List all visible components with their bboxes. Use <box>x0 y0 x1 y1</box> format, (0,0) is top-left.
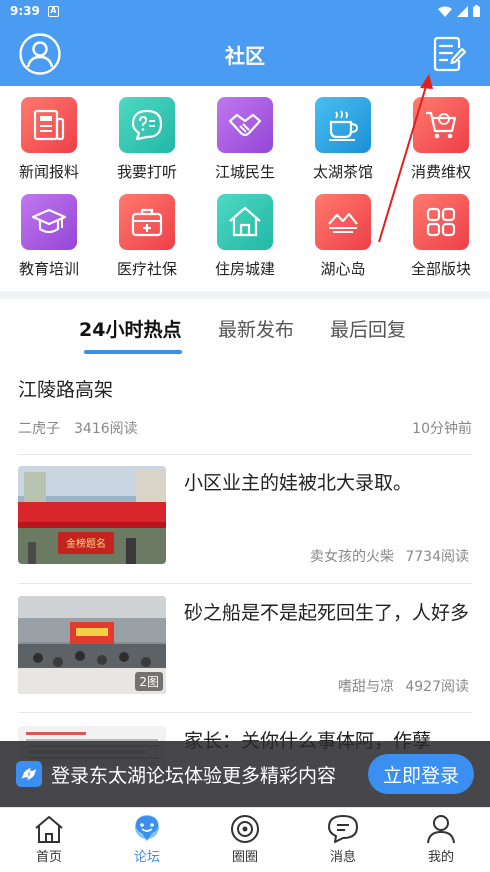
tab-24h-hot[interactable]: 24小时热点 <box>79 315 181 342</box>
avatar-icon[interactable] <box>18 32 62 76</box>
nav-label: 论坛 <box>133 850 160 865</box>
post-separator <box>18 583 472 584</box>
house-icon <box>217 194 273 250</box>
post-time: 10分钟前 <box>412 421 472 437</box>
tab-latest[interactable]: 最新发布 <box>218 315 294 342</box>
active-tab-indicator <box>84 350 182 354</box>
compose-post-icon[interactable] <box>428 34 468 74</box>
category-label: 住房城建 <box>214 260 275 278</box>
category-all-boards[interactable]: 全部版块 <box>392 183 490 279</box>
category-ask[interactable]: 我要打听 <box>98 86 196 182</box>
page-title: 社区 <box>225 43 265 68</box>
nav-home[interactable]: 首页 <box>0 808 98 872</box>
message-icon <box>328 815 358 843</box>
top-header: 社区 <box>0 22 490 86</box>
category-label: 江城民生 <box>214 163 275 181</box>
login-prompt-banner: 登录东太湖论坛体验更多精彩内容 立即登录 <box>0 741 490 807</box>
image-count-badge: 2图 <box>135 672 163 691</box>
feed-tabs: 24小时热点 最新发布 最后回复 <box>0 299 490 359</box>
category-label: 消费维权 <box>410 163 471 181</box>
category-housing[interactable]: 住房城建 <box>196 183 294 279</box>
wifi-icon <box>438 6 452 17</box>
category-label: 我要打听 <box>116 163 177 181</box>
category-label: 新闻报料 <box>18 163 79 181</box>
home-icon <box>35 816 63 843</box>
login-prompt-text: 登录东太湖论坛体验更多精彩内容 <box>51 764 337 787</box>
post-reads: 4927阅读 <box>405 679 469 695</box>
graduation-cap-icon <box>21 194 77 250</box>
category-news[interactable]: 新闻报料 <box>0 86 98 182</box>
bottom-navigation: 首页 论坛 圈圈 消息 我的 <box>0 807 490 872</box>
category-label: 太湖茶馆 <box>312 163 373 181</box>
category-label: 湖心岛 <box>320 260 366 278</box>
forum-logo-icon <box>16 761 42 787</box>
post-author: 卖女孩的火柴 <box>310 549 394 565</box>
status-time: 9:39 <box>10 4 40 18</box>
post-title: 江陵路高架 <box>18 379 114 401</box>
newspaper-icon <box>21 97 77 153</box>
medical-kit-icon <box>119 194 175 250</box>
post-title: 小区业主的娃被北大录取。 <box>184 472 413 494</box>
handshake-icon <box>217 97 273 153</box>
nav-messages[interactable]: 消息 <box>294 808 392 872</box>
app-screen: 9:39 A 社区 新闻报料 我要打听 江城民生 太湖茶馆 消费维权 教育培训 … <box>0 0 490 872</box>
post-thumbnail: 2图 <box>18 596 166 694</box>
svg-text:金榜题名: 金榜题名 <box>66 537 106 550</box>
mountain-lake-icon <box>315 194 371 250</box>
section-divider <box>0 291 490 299</box>
category-medical[interactable]: 医疗社保 <box>98 183 196 279</box>
nav-label: 圈圈 <box>231 850 258 865</box>
post-separator <box>18 454 472 455</box>
nav-forum[interactable]: 论坛 <box>98 808 196 872</box>
battery-icon <box>473 5 480 17</box>
post-title: 砂之船是不是起死回生了，人好多 <box>184 602 470 624</box>
login-now-button[interactable]: 立即登录 <box>368 754 474 794</box>
category-label: 教育培训 <box>18 260 79 278</box>
nav-circle[interactable]: 圈圈 <box>196 808 294 872</box>
category-label: 医疗社保 <box>116 260 177 278</box>
category-lake-island[interactable]: 湖心岛 <box>294 183 392 279</box>
category-teahouse[interactable]: 太湖茶馆 <box>294 86 392 182</box>
post-separator <box>18 712 472 713</box>
post-reads: 7734阅读 <box>405 549 469 565</box>
category-education[interactable]: 教育培训 <box>0 183 98 279</box>
nav-label: 我的 <box>427 850 454 865</box>
forum-icon <box>135 815 159 841</box>
post-reads: 3416阅读 <box>74 421 138 437</box>
circle-icon <box>231 815 259 843</box>
notification-a-icon: A <box>47 5 59 17</box>
category-grid: 新闻报料 我要打听 江城民生 太湖茶馆 消费维权 教育培训 医疗社保 住房城建 … <box>0 86 490 291</box>
post-thumbnail: 金榜题名 <box>18 466 166 564</box>
user-icon <box>427 815 455 844</box>
category-label: 全部版块 <box>410 260 471 278</box>
shopping-cart-icon <box>413 97 469 153</box>
chat-question-icon <box>119 97 175 153</box>
post-author: 二虎子 <box>18 421 60 437</box>
nav-profile[interactable]: 我的 <box>392 808 490 872</box>
grid-icon <box>413 194 469 250</box>
tab-last-reply[interactable]: 最后回复 <box>330 315 406 342</box>
teacup-icon <box>315 97 371 153</box>
category-consumer-rights[interactable]: 消费维权 <box>392 86 490 182</box>
signal-icon <box>457 5 468 17</box>
post-author: 嗜甜与凉 <box>338 679 394 695</box>
category-livelihood[interactable]: 江城民生 <box>196 86 294 182</box>
nav-label: 消息 <box>329 850 356 865</box>
status-indicators <box>438 5 480 17</box>
nav-label: 首页 <box>35 850 62 865</box>
status-bar: 9:39 A <box>0 0 490 22</box>
